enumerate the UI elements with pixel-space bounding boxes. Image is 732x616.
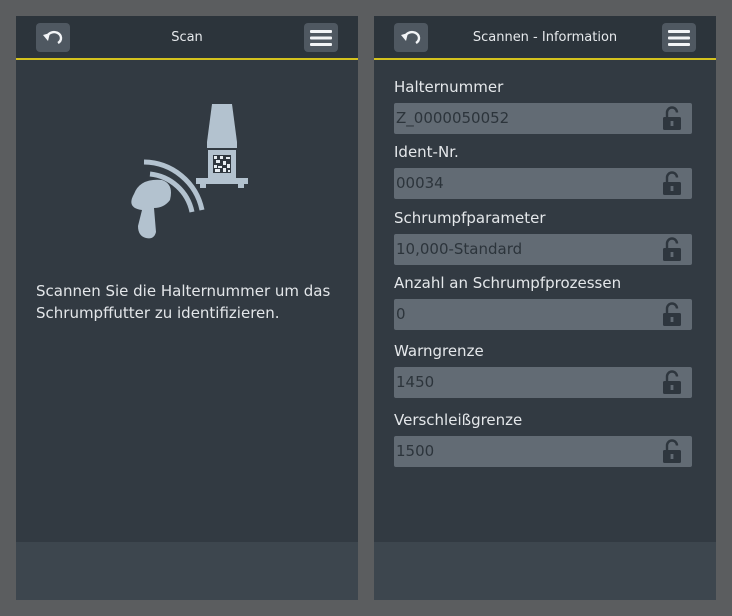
undo-arrow-icon bbox=[401, 30, 421, 44]
field-label: Halternummer bbox=[394, 78, 504, 96]
footer-bar bbox=[16, 542, 358, 600]
field-value: 10,000-Standard bbox=[396, 240, 523, 258]
readonly-input[interactable]: 1500 bbox=[394, 436, 692, 467]
readonly-input[interactable]: Z_0000050052 bbox=[394, 103, 692, 134]
hamburger-menu-icon bbox=[310, 29, 332, 46]
field-value: 1500 bbox=[396, 442, 435, 460]
scan-screen: Scan Scannen Sie die Halternummer um das… bbox=[16, 16, 358, 600]
lock-icon bbox=[663, 370, 681, 394]
field-value: 1450 bbox=[396, 373, 435, 391]
field-halternummer: Halternummer Z_0000050052 bbox=[394, 77, 692, 134]
back-button[interactable] bbox=[36, 23, 70, 52]
barcode-scanner-icon bbox=[131, 104, 248, 239]
scan-instruction: Scannen Sie die Halternummer um das Schr… bbox=[36, 282, 331, 322]
field-value: Z_0000050052 bbox=[396, 109, 510, 127]
readonly-input[interactable]: 1450 bbox=[394, 367, 692, 398]
field-label: Warngrenze bbox=[394, 342, 484, 360]
field-anzahl-schrumpfprozesse: Anzahl an Schrumpfprozessen 0 bbox=[394, 273, 692, 330]
lock-icon bbox=[663, 302, 681, 326]
field-schrumpfparameter: Schrumpfparameter 10,000-Standard bbox=[394, 208, 692, 265]
field-verschleissgrenze: Verschleißgrenze 1500 bbox=[394, 410, 692, 467]
lock-icon bbox=[663, 439, 681, 463]
field-ident-nr: Ident-Nr. 00034 bbox=[394, 142, 692, 199]
hamburger-menu-icon bbox=[668, 29, 690, 46]
menu-button[interactable] bbox=[304, 23, 338, 52]
lock-icon bbox=[663, 171, 681, 195]
field-warngrenze: Warngrenze 1450 bbox=[394, 341, 692, 398]
footer-bar bbox=[374, 542, 716, 600]
readonly-input[interactable]: 10,000-Standard bbox=[394, 234, 692, 265]
field-label: Verschleißgrenze bbox=[394, 411, 523, 429]
readonly-input[interactable]: 00034 bbox=[394, 168, 692, 199]
field-label: Anzahl an Schrumpfprozessen bbox=[394, 274, 622, 292]
back-button[interactable] bbox=[394, 23, 428, 52]
menu-button[interactable] bbox=[662, 23, 696, 52]
field-label: Ident-Nr. bbox=[394, 143, 459, 161]
field-value: 0 bbox=[396, 305, 406, 323]
field-label: Schrumpfparameter bbox=[394, 209, 546, 227]
top-bar: Scan bbox=[16, 16, 358, 60]
top-bar: Scannen - Information bbox=[374, 16, 716, 60]
scan-information-screen: Scannen - Information Halternummer Z_000… bbox=[374, 16, 716, 600]
readonly-input[interactable]: 0 bbox=[394, 299, 692, 330]
field-value: 00034 bbox=[396, 174, 444, 192]
undo-arrow-icon bbox=[43, 30, 63, 44]
lock-icon bbox=[663, 106, 681, 130]
lock-icon bbox=[663, 237, 681, 261]
